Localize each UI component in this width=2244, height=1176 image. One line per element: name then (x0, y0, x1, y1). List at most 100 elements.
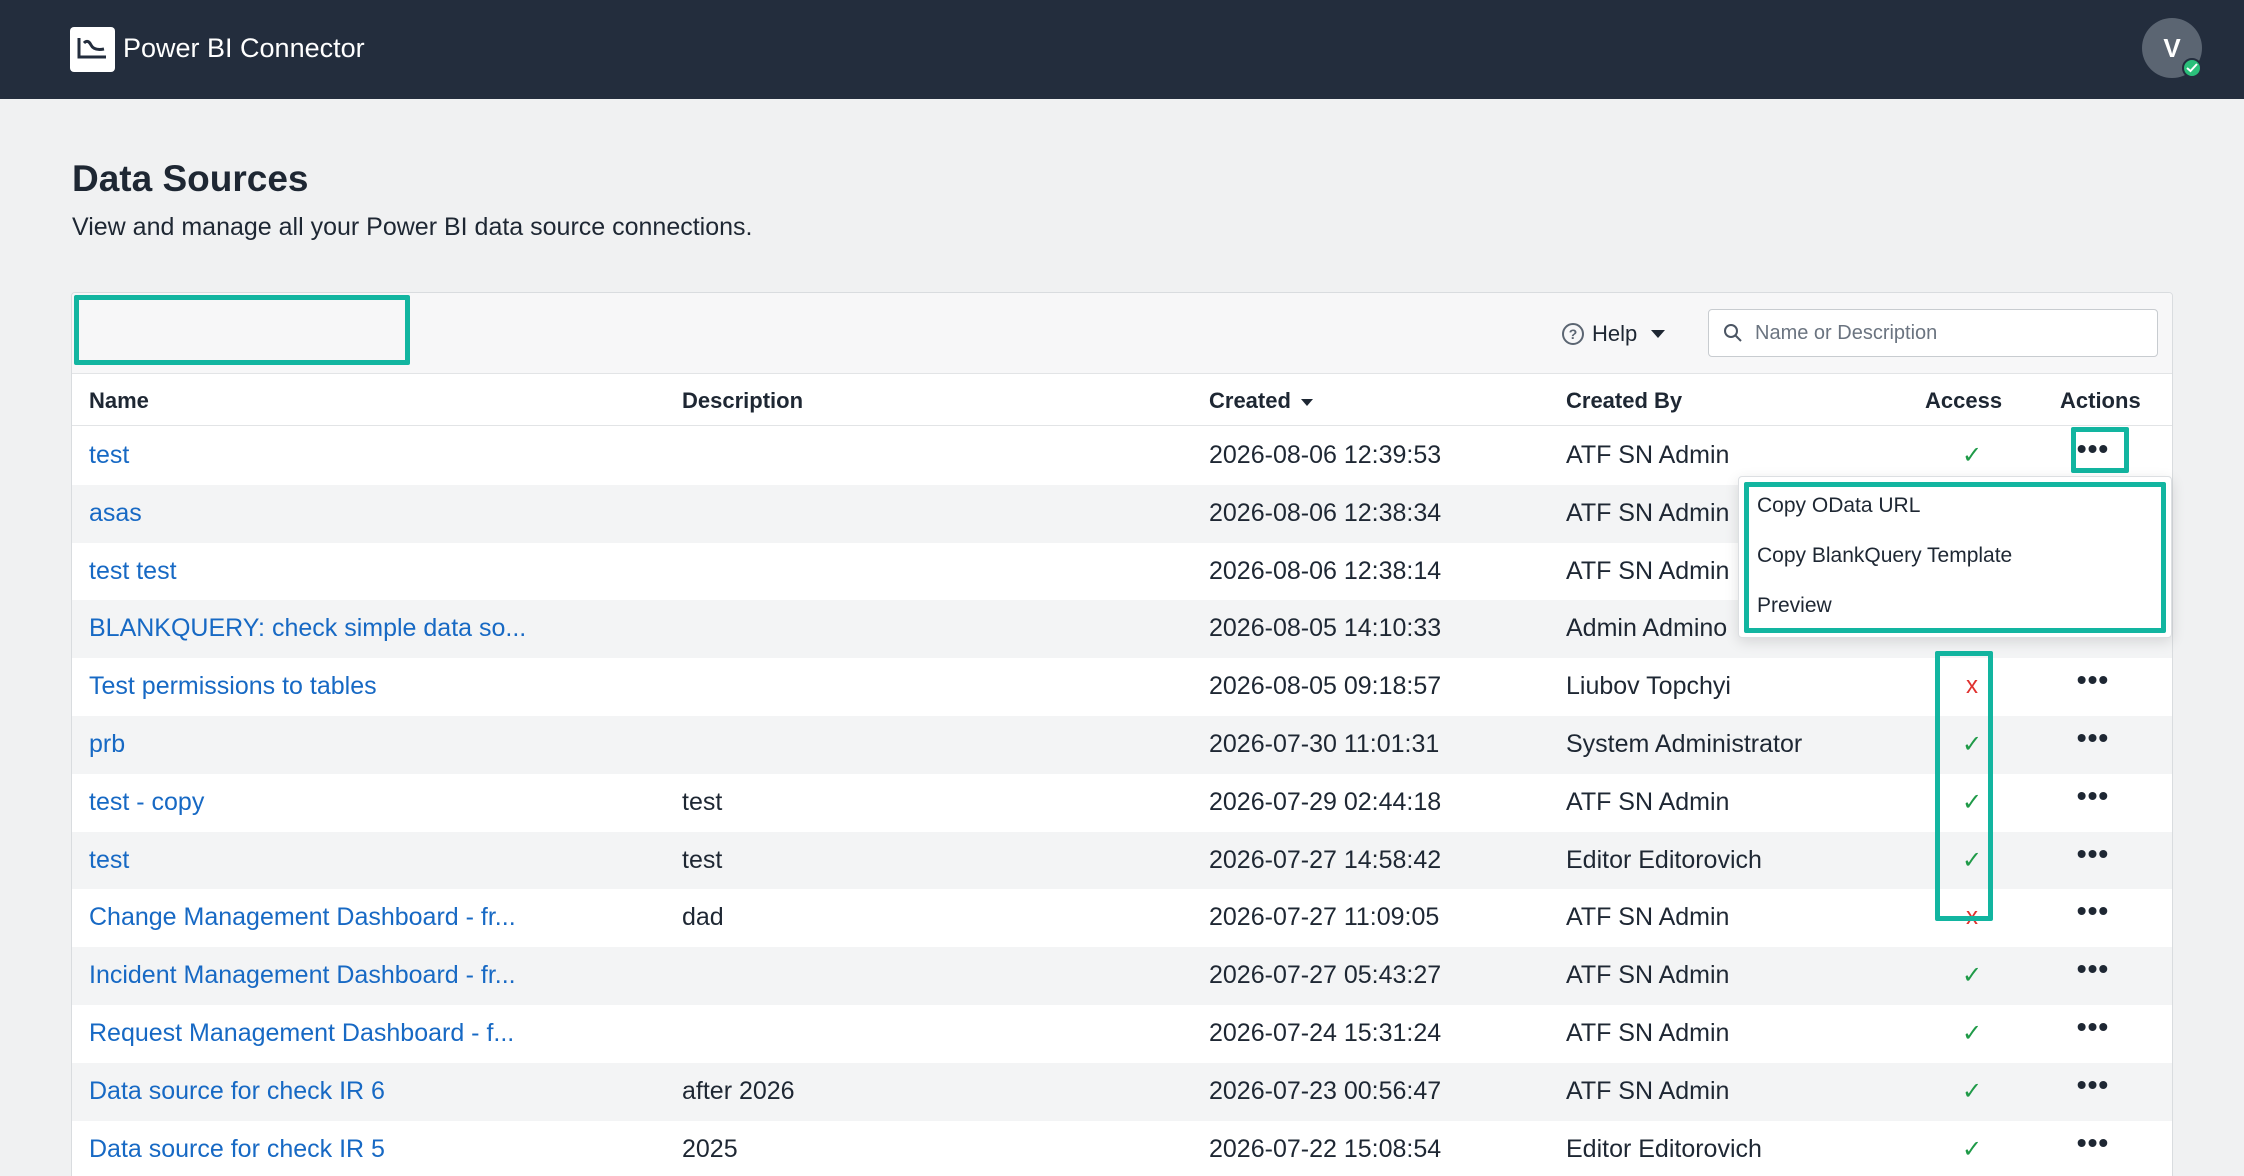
data-source-created: 2026-07-24 15:31:24 (1209, 1018, 1442, 1047)
column-header-created-label: Created (1209, 388, 1291, 413)
sort-desc-icon (1300, 398, 1313, 406)
data-source-created-by: ATF SN Admin (1566, 441, 1730, 469)
menu-item-preview[interactable]: Preview (1757, 594, 1832, 618)
table-row: Incident Management Dashboard - fr... 202… (72, 947, 2172, 1005)
data-source-name-link[interactable]: BLANKQUERY: check simple data so... (89, 614, 526, 643)
page-title: Data Sources (72, 158, 309, 199)
access-granted-icon: ✓ (1961, 962, 1983, 990)
row-actions-button[interactable]: ••• (2070, 897, 2116, 927)
more-options-icon: ••• (2076, 895, 2110, 927)
more-options-icon: ••• (2076, 1068, 2110, 1100)
data-source-created: 2026-08-06 12:38:14 (1209, 556, 1442, 585)
data-source-created: 2026-08-05 09:18:57 (1209, 672, 1442, 701)
row-actions-button[interactable]: ••• (2070, 1010, 2116, 1043)
data-source-name-link[interactable]: Data source for check IR 5 (89, 1135, 385, 1164)
data-source-name-link[interactable]: Request Management Dashboard - f... (89, 1019, 514, 1048)
app-title: Power BI Connector (123, 33, 365, 63)
data-source-description: after 2026 (682, 1076, 795, 1105)
table-row: Change Management Dashboard - fr... dad 20… (72, 889, 2172, 947)
help-dropdown[interactable]: ? Help (1562, 321, 1666, 347)
page-subtitle: View and manage all your Power BI data s… (72, 213, 753, 241)
data-source-created: 2026-07-27 14:58:42 (1209, 845, 1442, 874)
access-granted-icon: ✓ (1961, 1077, 1983, 1105)
column-header-access: Access (1925, 388, 2003, 413)
more-options-icon: ••• (2076, 1126, 2110, 1158)
data-source-created-by: Liubov Topchyi (1566, 672, 1731, 701)
data-source-name-link[interactable]: test - copy (89, 788, 204, 817)
menu-item-copy-blankquery-template[interactable]: Copy BlankQuery Template (1757, 544, 2012, 568)
more-options-icon: ••• (2076, 953, 2110, 985)
data-source-name-link[interactable]: Change Management Dashboard - fr... (89, 903, 516, 932)
data-source-created-by: ATF SN Admin (1566, 903, 1730, 932)
data-source-created: 2026-07-23 00:56:47 (1209, 1076, 1442, 1105)
search-icon (1724, 324, 1742, 342)
column-header-description[interactable]: Description (682, 388, 803, 414)
row-actions-button[interactable]: ••• (2070, 837, 2116, 870)
row-actions-button[interactable]: ••• (2070, 779, 2116, 812)
data-source-name-link[interactable]: Data source for check IR 6 (89, 1077, 385, 1106)
data-source-created: 2026-08-06 12:38:34 (1209, 498, 1442, 527)
column-header-actions: Actions (2060, 388, 2141, 413)
data-source-name-link[interactable]: test test (89, 557, 177, 586)
data-source-name-link[interactable]: test (89, 846, 129, 875)
app-logo-icon[interactable] (70, 27, 115, 72)
more-options-icon: ••• (2076, 1010, 2110, 1042)
data-source-created-by: ATF SN Admin (1566, 961, 1730, 990)
highlight-first-row-actions (2071, 427, 2129, 473)
data-source-description: dad (682, 903, 724, 932)
data-source-created: 2026-07-27 05:43:27 (1209, 961, 1442, 990)
data-source-name-link[interactable]: prb (89, 730, 125, 759)
table-row: test test 2026-07-27 14:58:42 Editor Editor… (72, 831, 2172, 890)
search-input[interactable] (1755, 318, 2145, 348)
data-source-name-link[interactable]: asas (89, 499, 142, 528)
column-header-created[interactable]: Created (1209, 388, 1313, 414)
data-source-created: 2026-07-22 15:08:54 (1209, 1134, 1442, 1163)
more-options-icon: ••• (2076, 837, 2110, 869)
table-row: Data source for check IR 5 2025 2026-07-22… (72, 1121, 2172, 1176)
row-actions-button[interactable]: ••• (2070, 721, 2116, 754)
data-source-created-by: ATF SN Admin (1566, 1018, 1730, 1047)
data-source-created: 2026-08-05 14:10:33 (1209, 614, 1442, 643)
search-box[interactable] (1708, 309, 2158, 357)
data-source-created-by: Admin Admino (1566, 614, 1728, 643)
data-source-created-by: Editor Editorovich (1566, 1134, 1762, 1163)
data-source-description: test (682, 787, 723, 816)
chevron-down-icon (1651, 330, 1666, 338)
data-source-created: 2026-07-30 11:01:31 (1209, 729, 1440, 758)
row-actions-button[interactable]: ••• (2070, 955, 2116, 985)
data-sources-card: ? Help Name Description Created Created … (71, 292, 2173, 1176)
table-row: Test permissions to tables 2026-08-05 09:… (72, 658, 2172, 716)
row-actions-button[interactable]: ••• (2070, 666, 2116, 696)
menu-item-copy-odata-url[interactable]: Copy OData URL (1757, 494, 1920, 518)
data-source-created: 2026-07-27 11:09:05 (1209, 903, 1440, 932)
column-header-name[interactable]: Name (89, 388, 149, 414)
data-source-created-by: ATF SN Admin (1566, 787, 1730, 816)
data-source-name-link[interactable]: Incident Management Dashboard - fr... (89, 961, 516, 990)
access-granted-icon: ✓ (1961, 442, 1983, 469)
data-source-name-link[interactable]: Test permissions to tables (89, 672, 377, 701)
data-source-description: test (682, 845, 723, 874)
table-row: test - copy test 2026-07-29 02:44:18 ATF SN… (72, 774, 2172, 832)
highlight-toolbar-empty-area (74, 295, 410, 365)
help-label: Help (1592, 321, 1638, 346)
top-bar: Power BI Connector V (0, 0, 2244, 99)
access-granted-icon: ✓ (1961, 1135, 1983, 1163)
data-source-created: 2026-08-06 12:39:53 (1209, 441, 1442, 469)
more-options-icon: ••• (2076, 664, 2110, 696)
more-options-icon: ••• (2076, 721, 2110, 753)
row-actions-menu: Copy OData URL Copy BlankQuery Template … (1738, 476, 2172, 638)
data-source-created-by: System Administrator (1566, 729, 1803, 758)
data-source-created-by: Editor Editorovich (1566, 845, 1762, 874)
online-status-icon (2182, 58, 2202, 78)
data-source-created-by: ATF SN Admin (1566, 498, 1730, 527)
data-source-name-link[interactable]: test (89, 441, 129, 470)
table-row: Request Management Dashboard - f... 2026-… (72, 1005, 2172, 1063)
row-actions-button[interactable]: ••• (2070, 1126, 2116, 1159)
access-granted-icon: ✓ (1961, 1019, 1983, 1047)
column-header-created-by[interactable]: Created By (1566, 388, 1682, 414)
data-source-created-by: ATF SN Admin (1566, 556, 1730, 585)
row-actions-button[interactable]: ••• (2070, 1068, 2116, 1101)
highlight-access-column (1935, 651, 1993, 921)
help-icon: ? (1562, 323, 1584, 345)
more-options-icon: ••• (2076, 779, 2110, 811)
